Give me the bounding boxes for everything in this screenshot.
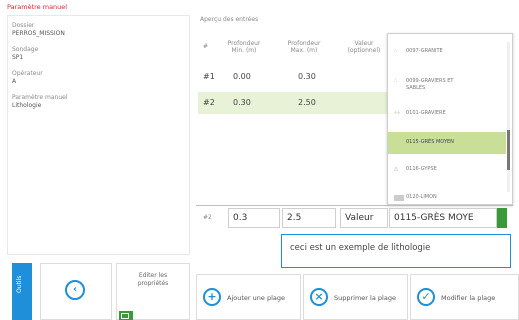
row-max: 0.30 (298, 72, 316, 81)
triangle-icon: △ (394, 166, 398, 172)
parameter-label: Paramètre manuel (12, 94, 68, 101)
delete-range-button[interactable]: × Supprimer la plage (303, 274, 408, 320)
column-index: # (203, 43, 209, 50)
parameter-field: Paramètre manuel Lithologie (12, 94, 67, 109)
sondage-value: SP1 (12, 53, 24, 61)
plus-icon: + (203, 288, 221, 306)
modify-range-label: Modifier la plage (441, 294, 496, 302)
column-value: Valeur (optionnel) (347, 40, 381, 54)
edit-properties-label-2: propriétés (137, 280, 169, 287)
parameter-value: Lithologie (12, 101, 42, 109)
gray-box-icon (394, 195, 404, 201)
dropdown-toggle[interactable] (497, 208, 507, 228)
folder-field: Dossier PERROS_MISSION (12, 22, 65, 37)
row-min: 0.00 (233, 72, 251, 81)
depth-max-input[interactable]: 2.5 (282, 208, 336, 228)
delete-range-label: Supprimer la plage (334, 294, 396, 302)
depth-min-input[interactable]: 0.3 (228, 208, 280, 228)
folder-value: PERROS_MISSION (12, 29, 65, 37)
divider (196, 205, 513, 206)
dropdown-item-label: 0116-GYPSE (406, 166, 437, 172)
sondage-field: Sondage SP1 (12, 46, 38, 61)
dropdown-item-label: 0101-GRAVIERE (406, 110, 446, 116)
table-row[interactable]: #1 0.00 0.30 (198, 66, 388, 88)
row-index: #1 (203, 72, 215, 81)
page-title: Paramètre manuel (7, 3, 68, 11)
lithology-dropdown[interactable]: ∴ 0097-GRANITE ∴ 0099-GRAVIERS ET SABLES… (387, 33, 513, 205)
operator-label: Opérateur (12, 70, 43, 77)
tools-label: Outils (16, 275, 23, 293)
chevron-left-icon: ‹ (65, 280, 85, 300)
close-icon: × (310, 288, 328, 306)
operator-value: A (12, 77, 17, 85)
gravel-icon: ∘∘ (394, 110, 401, 116)
dropdown-scrollbar[interactable] (507, 42, 510, 192)
table-row-selected[interactable]: #2 0.30 2.50 (198, 92, 388, 114)
check-icon: ✓ (417, 288, 435, 306)
edit-row-index: #2 (203, 214, 212, 221)
add-range-button[interactable]: + Ajouter une plage (196, 274, 301, 320)
description-input[interactable]: ceci est un exemple de lithologie (281, 234, 511, 268)
column-depth-max: Profondeur Max. (m) (287, 40, 321, 54)
dropdown-item-label: 0099-GRAVIERS ET SABLES (406, 78, 454, 91)
dropdown-item-label: 0120-LIMON (406, 194, 437, 200)
preview-title: Aperçu des entrées (200, 16, 259, 23)
add-range-label: Ajouter une plage (227, 294, 285, 302)
tools-tab[interactable]: Outils (12, 263, 32, 320)
dropdown-item-label: 0097-GRANITE (406, 48, 443, 54)
lithology-select[interactable]: 0115-GRÈS MOYE (389, 208, 497, 228)
row-index: #2 (203, 98, 215, 107)
info-panel: Dossier PERROS_MISSION Sondage SP1 Opéra… (7, 15, 190, 255)
row-max: 2.50 (298, 98, 316, 107)
sondage-label: Sondage (12, 46, 39, 53)
operator-field: Opérateur A (12, 70, 43, 85)
gravel-icon: ∴ (394, 48, 398, 54)
back-button[interactable]: ‹ (40, 263, 112, 320)
folder-label: Dossier (12, 22, 35, 29)
dropdown-item-selected[interactable]: 0115-GRÈS MOYEN (388, 132, 506, 154)
dropdown-item-label: 0115-GRÈS MOYEN (406, 139, 454, 145)
modify-range-button[interactable]: ✓ Modifier la plage (410, 274, 519, 320)
edit-properties-label-1: Editer les (138, 272, 168, 279)
gravel-icon: ∴ (394, 78, 398, 84)
value-input[interactable]: Valeur (340, 208, 388, 228)
column-depth-min: Profondeur Min. (m) (227, 40, 261, 54)
row-min: 0.30 (233, 98, 251, 107)
battery-icon (119, 311, 133, 320)
